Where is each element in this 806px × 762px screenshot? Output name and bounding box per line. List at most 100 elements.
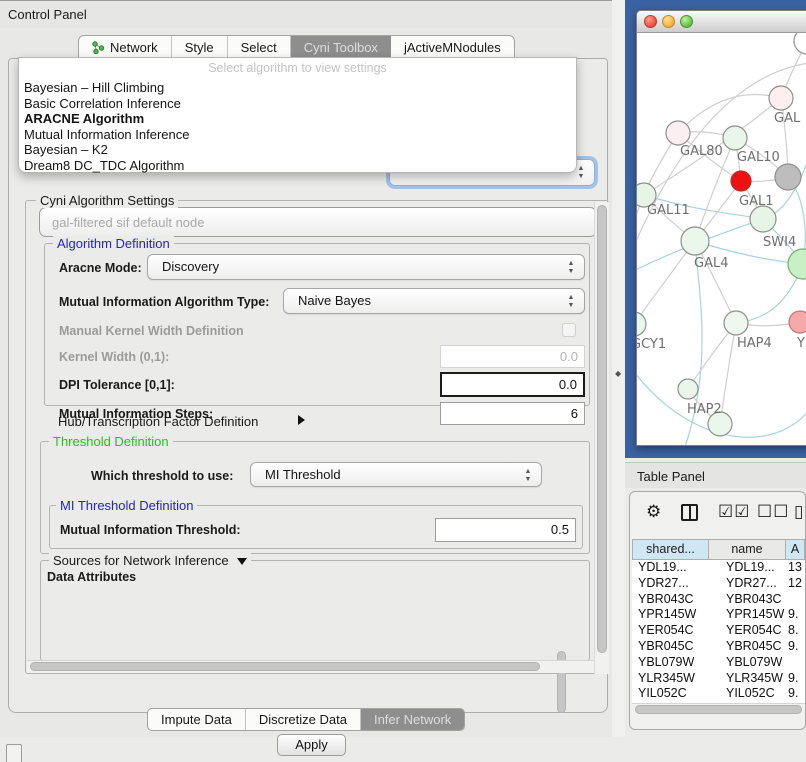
tab-label: Style bbox=[185, 40, 214, 55]
tab-cyni-toolbox[interactable]: Cyni Toolbox bbox=[291, 36, 391, 58]
which-threshold-label: Which threshold to use: bbox=[91, 469, 233, 483]
spinner-arrows-icon: ▲▼ bbox=[566, 260, 576, 276]
minimize-traffic-light[interactable] bbox=[662, 15, 675, 28]
table-row[interactable]: YDL19...YDL19...13 bbox=[632, 560, 805, 576]
divider-collapse-icon[interactable]: ◆ bbox=[615, 369, 621, 378]
settings-group-title: Cyni Algorithm Settings bbox=[36, 193, 178, 208]
column-header-shared[interactable]: shared... bbox=[632, 539, 709, 560]
network-node[interactable] bbox=[788, 249, 806, 279]
columns-icon[interactable] bbox=[681, 504, 698, 521]
column-header-name[interactable]: name bbox=[709, 539, 786, 560]
table-row[interactable]: YDR27...YDR27...12 bbox=[632, 576, 805, 592]
network-node[interactable] bbox=[666, 121, 690, 145]
settings-hscrollbar-thumb[interactable] bbox=[30, 662, 540, 671]
node-label: HAP2 bbox=[687, 402, 722, 417]
tab-label: Infer Network bbox=[374, 712, 451, 727]
table-row[interactable]: YIL052CYIL052C9. bbox=[632, 686, 805, 702]
tab-jactivemnodules[interactable]: jActiveMNodules bbox=[391, 36, 514, 58]
cyni-algorithm-settings-group: Cyni Algorithm Settings Algorithm Defini… bbox=[25, 200, 609, 674]
node-label: GAL4 bbox=[694, 256, 728, 271]
table-cell bbox=[786, 592, 805, 608]
network-node[interactable] bbox=[724, 311, 748, 335]
kernel-width-field[interactable]: 0.0 bbox=[440, 345, 585, 368]
network-node[interactable] bbox=[775, 164, 801, 190]
network-canvas[interactable]: GALGAL80GAL10GAL1GAL11SWI4GAL4GCY1HAP4YH… bbox=[637, 33, 806, 446]
table-body: YDL19...YDL19...13YDR27...YDR27...12YBR0… bbox=[632, 560, 805, 703]
node-label: Y bbox=[796, 336, 805, 351]
network-node[interactable] bbox=[794, 33, 806, 54]
network-node[interactable] bbox=[637, 312, 646, 336]
algorithm-option[interactable]: Bayesian – K2 bbox=[23, 142, 573, 158]
mi-threshold-field[interactable]: 0.5 bbox=[435, 518, 576, 542]
algorithm-option[interactable]: Bayesian – Hill Climbing bbox=[23, 80, 573, 96]
apply-button[interactable]: Apply bbox=[277, 734, 346, 756]
document-icon[interactable]: ▯ bbox=[794, 502, 804, 522]
tab-discretize-data[interactable]: Discretize Data bbox=[246, 709, 361, 730]
network-node[interactable] bbox=[681, 227, 709, 255]
table-cell: 9. bbox=[786, 639, 805, 655]
table-row[interactable]: YER054CYER054C8. bbox=[632, 623, 805, 639]
network-window: GALGAL80GAL10GAL1GAL11SWI4GAL4GCY1HAP4YH… bbox=[636, 10, 806, 446]
tab-impute-data[interactable]: Impute Data bbox=[148, 709, 246, 730]
zoom-traffic-light[interactable] bbox=[680, 15, 693, 28]
algorithm-popup-prompt: Select algorithm to view settings bbox=[19, 61, 576, 75]
table-cell: 9. bbox=[786, 686, 805, 702]
network-node[interactable] bbox=[789, 311, 806, 333]
tab-infer-network[interactable]: Infer Network bbox=[361, 709, 464, 730]
tab-style[interactable]: Style bbox=[172, 36, 228, 58]
sources-group: Sources for Network Inference Data Attri… bbox=[40, 560, 590, 661]
manual-kernel-checkbox[interactable] bbox=[562, 323, 576, 337]
table-cell: YPR145W bbox=[709, 607, 786, 623]
table-cell: YER054C bbox=[632, 623, 709, 639]
aracne-mode-combobox[interactable]: Discovery ▲▼ bbox=[147, 254, 585, 280]
network-node[interactable] bbox=[678, 379, 698, 399]
mi-steps-field[interactable]: 6 bbox=[440, 402, 585, 425]
table-panel-bar: Table Panel bbox=[625, 462, 806, 488]
node-label: GCY1 bbox=[637, 337, 666, 352]
kernel-width-label: Kernel Width (0,1): bbox=[59, 350, 169, 364]
tab-network[interactable]: Network bbox=[79, 36, 172, 58]
settings-vscrollbar-thumb[interactable] bbox=[597, 205, 607, 653]
hub-definition-label: Hub/Transcription Factor Definition bbox=[58, 414, 258, 429]
algorithm-option[interactable]: ARACNE Algorithm bbox=[23, 111, 573, 127]
network-window-titlebar bbox=[637, 11, 806, 33]
table-cell: YDR27... bbox=[632, 576, 709, 592]
close-traffic-light[interactable] bbox=[644, 15, 657, 28]
network-node[interactable] bbox=[769, 86, 793, 110]
table-row[interactable]: YPR145WYPR145W9. bbox=[632, 607, 805, 623]
table-cell: 9. bbox=[786, 671, 805, 687]
table-cell: YDL19... bbox=[709, 560, 786, 576]
table-header-row: shared...nameA bbox=[632, 539, 805, 560]
table-row[interactable]: YLR345WYLR345W9. bbox=[632, 671, 805, 687]
algorithm-option[interactable]: Basic Correlation Inference bbox=[23, 96, 573, 112]
table-cell: YBR043C bbox=[709, 592, 786, 608]
docked-panel-icon[interactable] bbox=[6, 744, 22, 762]
dpi-tolerance-field[interactable]: 0.0 bbox=[440, 372, 585, 397]
network-node[interactable] bbox=[750, 206, 776, 232]
table-row[interactable]: YBR043CYBR043C bbox=[632, 592, 805, 608]
table-row[interactable]: YBR045CYBR045C9. bbox=[632, 639, 805, 655]
control-panel-title: Control Panel bbox=[8, 7, 87, 22]
tab-select[interactable]: Select bbox=[228, 36, 291, 58]
table-row[interactable]: YBL079WYBL079W bbox=[632, 655, 805, 671]
network-node[interactable] bbox=[723, 126, 747, 150]
algorithm-option[interactable]: Dream8 DC_TDC Algorithm bbox=[23, 158, 573, 174]
collapse-down-icon[interactable] bbox=[237, 558, 247, 565]
network-node[interactable] bbox=[731, 171, 751, 191]
deselect-all-icon[interactable]: ☐☐ bbox=[757, 502, 789, 522]
spinner-arrows-icon: ▲▼ bbox=[566, 294, 576, 310]
table-cell: 8. bbox=[786, 623, 805, 639]
table-hscrollbar-thumb[interactable] bbox=[635, 705, 802, 714]
gear-icon[interactable]: ⚙ bbox=[646, 502, 662, 522]
spinner-arrows-icon: ▲▼ bbox=[523, 468, 533, 484]
column-header-A[interactable]: A bbox=[786, 539, 805, 560]
select-all-icon[interactable]: ☑☑ bbox=[718, 502, 750, 522]
mi-algorithm-type-combobox[interactable]: Naive Bayes ▲▼ bbox=[283, 288, 585, 314]
expand-right-icon[interactable] bbox=[298, 415, 305, 425]
which-threshold-combobox[interactable]: MI Threshold ▲▼ bbox=[250, 462, 542, 487]
tab-label: Discretize Data bbox=[259, 712, 347, 727]
algorithm-option[interactable]: Mutual Information Inference bbox=[23, 127, 573, 143]
control-panel-titlebar: Control Panel ✕ bbox=[0, 1, 612, 28]
aracne-mode-label: Aracne Mode: bbox=[59, 261, 142, 275]
manual-kernel-label: Manual Kernel Width Definition bbox=[59, 324, 244, 338]
